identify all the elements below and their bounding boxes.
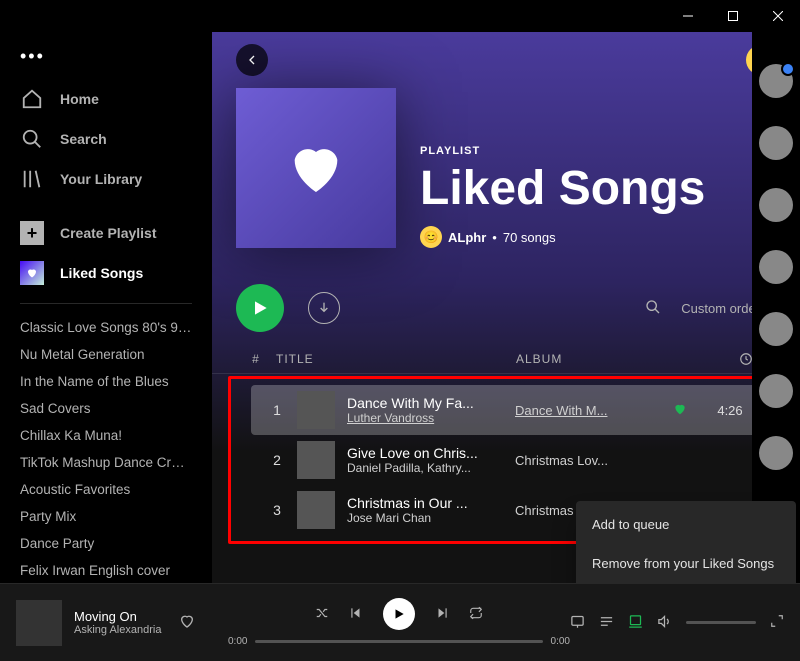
- heart-icon: [20, 261, 44, 285]
- playlist-list: Classic Love Songs 80's 90'sNu Metal Gen…: [0, 314, 212, 583]
- search-tracks-icon[interactable]: [645, 299, 661, 318]
- song-count: 70 songs: [503, 230, 556, 245]
- playlist-item[interactable]: Chillax Ka Muna!: [20, 422, 192, 449]
- nav-library-label: Your Library: [60, 171, 142, 187]
- friend-avatar[interactable]: [759, 64, 793, 98]
- progress-position: 0:00: [228, 636, 247, 647]
- heart-icon: [284, 136, 348, 200]
- track-like[interactable]: [655, 402, 705, 419]
- playlist-item[interactable]: TikTok Mashup Dance Craze...: [20, 449, 192, 476]
- nav-search[interactable]: Search: [0, 119, 212, 159]
- ctx-remove-liked[interactable]: Remove from your Liked Songs: [580, 544, 792, 583]
- shuffle-button[interactable]: [315, 606, 329, 623]
- prev-button[interactable]: [349, 606, 363, 623]
- menu-ellipsis[interactable]: •••: [0, 42, 212, 79]
- track-duration: 4:26: [705, 403, 755, 418]
- download-button[interactable]: [308, 292, 340, 324]
- track-album[interactable]: Dance With M...: [515, 403, 655, 418]
- friend-avatar[interactable]: [759, 126, 793, 160]
- ctx-add-queue[interactable]: Add to queue: [580, 505, 792, 544]
- playlist-item[interactable]: Sad Covers: [20, 395, 192, 422]
- liked-songs-nav[interactable]: Liked Songs: [0, 253, 212, 293]
- play-pause-button[interactable]: [383, 598, 415, 630]
- volume-button[interactable]: [657, 614, 672, 632]
- nav-home-label: Home: [60, 91, 99, 107]
- volume-slider[interactable]: [686, 621, 756, 624]
- track-artist[interactable]: Luther Vandross: [347, 411, 474, 425]
- next-button[interactable]: [435, 606, 449, 623]
- create-playlist[interactable]: + Create Playlist: [0, 213, 212, 253]
- now-playing-art[interactable]: [16, 600, 62, 646]
- home-icon: [20, 87, 44, 111]
- track-number: 1: [257, 402, 297, 418]
- track-title: Give Love on Chris...: [347, 445, 478, 461]
- plus-icon: +: [20, 221, 44, 245]
- playlist-item[interactable]: Felix Irwan English cover: [20, 557, 192, 583]
- playlist-item[interactable]: Acoustic Favorites: [20, 476, 192, 503]
- repeat-button[interactable]: [469, 606, 483, 623]
- main-content: 😊 PLAYLIST Liked Songs 😊 ALphr • 70 song…: [212, 32, 800, 583]
- sidebar-divider: [20, 303, 192, 304]
- play-button[interactable]: [236, 284, 284, 332]
- nav-library[interactable]: Your Library: [0, 159, 212, 199]
- track-art: [297, 491, 335, 529]
- playlist-title: Liked Songs: [420, 161, 705, 216]
- maximize-button[interactable]: [710, 0, 755, 32]
- playlist-item[interactable]: Classic Love Songs 80's 90's: [20, 314, 192, 341]
- owner-name[interactable]: ALphr: [448, 230, 486, 245]
- queue-button[interactable]: [599, 614, 614, 632]
- context-menu: Add to queue Remove from your Liked Song…: [576, 501, 796, 583]
- playlist-cover: [236, 88, 396, 248]
- nav-search-label: Search: [60, 131, 107, 147]
- track-row[interactable]: 2 Give Love on Chris...Daniel Padilla, Ka…: [251, 435, 761, 485]
- lyrics-button[interactable]: [570, 614, 585, 632]
- track-number: 3: [257, 502, 297, 518]
- devices-button[interactable]: [628, 614, 643, 632]
- friend-avatar[interactable]: [759, 436, 793, 470]
- window-titlebar: [0, 0, 800, 32]
- create-playlist-label: Create Playlist: [60, 225, 157, 241]
- track-album[interactable]: Christmas Lov...: [515, 453, 655, 468]
- col-num: #: [236, 352, 276, 369]
- playlist-item[interactable]: Party Mix: [20, 503, 192, 530]
- liked-songs-label: Liked Songs: [60, 265, 143, 281]
- track-title: Christmas in Our ...: [347, 495, 468, 511]
- fullscreen-button[interactable]: [770, 614, 784, 631]
- owner-avatar: 😊: [420, 226, 442, 248]
- track-number: 2: [257, 452, 297, 468]
- progress-duration: 0:00: [551, 636, 570, 647]
- now-playing-title[interactable]: Moving On: [74, 609, 161, 624]
- friend-avatar[interactable]: [759, 374, 793, 408]
- track-row[interactable]: 1 Dance With My Fa...Luther Vandross Dance…: [251, 385, 761, 435]
- friend-avatar[interactable]: [759, 250, 793, 284]
- progress-bar[interactable]: [255, 640, 542, 643]
- nav-home[interactable]: Home: [0, 79, 212, 119]
- friend-avatar[interactable]: [759, 188, 793, 222]
- playlist-item[interactable]: In the Name of the Blues: [20, 368, 192, 395]
- playlist-item[interactable]: Dance Party: [20, 530, 192, 557]
- playlist-type: PLAYLIST: [420, 145, 705, 157]
- search-icon: [20, 127, 44, 151]
- track-art: [297, 391, 335, 429]
- track-art: [297, 441, 335, 479]
- close-button[interactable]: [755, 0, 800, 32]
- back-button[interactable]: [236, 44, 268, 76]
- col-title: TITLE: [276, 352, 516, 369]
- player-bar: Moving On Asking Alexandria 0:00 0:00: [0, 583, 800, 661]
- track-artist[interactable]: Jose Mari Chan: [347, 511, 468, 525]
- track-artist[interactable]: Daniel Padilla, Kathry...: [347, 461, 478, 475]
- playlist-item[interactable]: Nu Metal Generation: [20, 341, 192, 368]
- like-button[interactable]: [179, 613, 195, 632]
- library-icon: [20, 167, 44, 191]
- playlist-meta: 😊 ALphr • 70 songs: [420, 226, 705, 248]
- column-header: # TITLE ALBUM: [212, 348, 800, 374]
- minimize-button[interactable]: [665, 0, 710, 32]
- clock-icon: [739, 352, 753, 366]
- col-album: ALBUM: [516, 352, 656, 369]
- friend-avatar[interactable]: [759, 312, 793, 346]
- track-title: Dance With My Fa...: [347, 395, 474, 411]
- sidebar: ••• Home Search Your Library + Create Pl…: [0, 32, 212, 583]
- now-playing-artist[interactable]: Asking Alexandria: [74, 624, 161, 636]
